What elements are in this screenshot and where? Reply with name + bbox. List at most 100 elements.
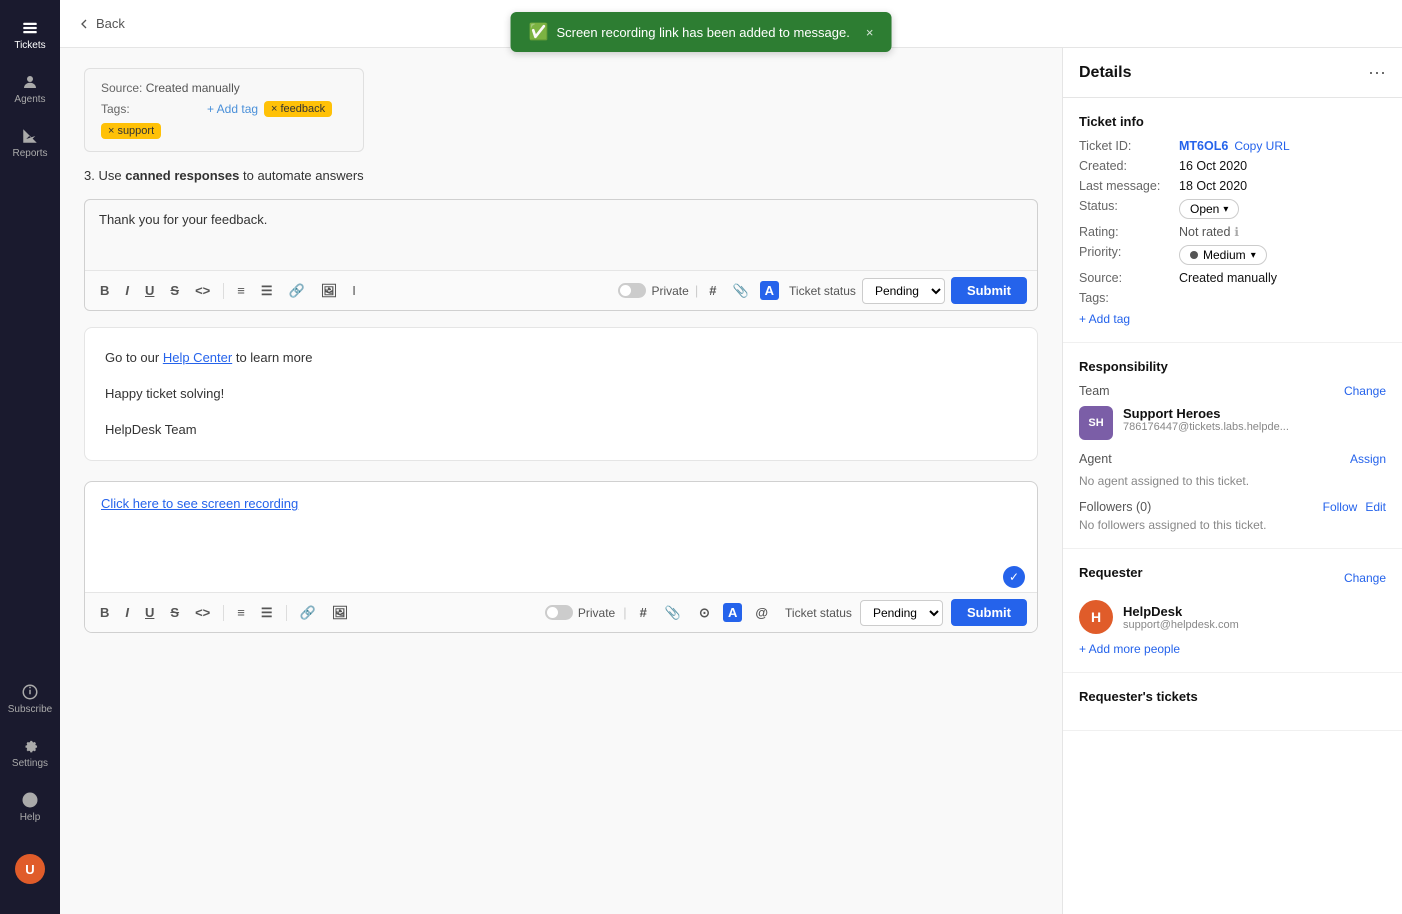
- team-card: SH Support Heroes 786176447@tickets.labs…: [1079, 406, 1386, 440]
- team-avatar: SH: [1079, 406, 1113, 440]
- priority-row: Priority: Medium ▾: [1079, 245, 1386, 265]
- compose-content[interactable]: Click here to see screen recording: [85, 482, 1037, 562]
- edit-button[interactable]: Edit: [1365, 500, 1386, 514]
- private-switch[interactable]: [618, 283, 646, 298]
- responsibility-title: Responsibility: [1079, 359, 1386, 374]
- requester-name: HelpDesk: [1123, 604, 1239, 619]
- compose-submit-button[interactable]: Submit: [951, 599, 1027, 626]
- compose-at-button[interactable]: @: [750, 602, 773, 623]
- sidebar: Tickets Agents Reports Subscribe Setting…: [0, 0, 60, 914]
- compose-link-button[interactable]: 🔗: [295, 602, 321, 624]
- compose-underline-button[interactable]: U: [140, 602, 159, 623]
- sidebar-item-settings[interactable]: Settings: [5, 728, 55, 778]
- responsibility-section: Responsibility Team Change SH Support He…: [1063, 343, 1402, 549]
- status-badge[interactable]: Open ▾: [1179, 199, 1239, 219]
- toast-message: Screen recording link has been added to …: [556, 25, 849, 40]
- add-more-people-button[interactable]: + Add more people: [1079, 642, 1386, 656]
- compose-divider-2: [286, 605, 287, 621]
- compose-divider-1: [223, 605, 224, 621]
- compose-ticket-status-label: Ticket status: [785, 606, 852, 620]
- compose-bold-button[interactable]: B: [95, 602, 114, 623]
- ordered-list-button[interactable]: ≡: [232, 280, 250, 301]
- cursor-indicator: I: [352, 283, 356, 298]
- rating-row: Rating: Not rated ℹ: [1079, 225, 1386, 239]
- toast-close-button[interactable]: ×: [866, 25, 874, 40]
- underline-button[interactable]: U: [140, 280, 159, 301]
- bold-button[interactable]: B: [95, 280, 114, 301]
- hash-button[interactable]: #: [704, 280, 721, 301]
- team-name: Support Heroes: [1123, 406, 1289, 421]
- requester-change-button[interactable]: Change: [1344, 571, 1386, 585]
- add-tag-button[interactable]: + Add tag: [1079, 312, 1130, 326]
- compose-hash-button[interactable]: #: [635, 602, 652, 623]
- created-row: Created: 16 Oct 2020: [1079, 159, 1386, 173]
- compose-private-switch[interactable]: [545, 605, 573, 620]
- agent-section: Agent Assign No agent assigned to this t…: [1079, 452, 1386, 488]
- screen-recording-link[interactable]: Click here to see screen recording: [101, 496, 298, 511]
- priority-badge[interactable]: Medium ▾: [1179, 245, 1267, 265]
- sidebar-item-tickets[interactable]: Tickets: [5, 10, 55, 60]
- tags-row: Tags: + Add tag × feedback × support: [101, 101, 347, 139]
- compose-status-select[interactable]: Pending Open Solved: [860, 600, 943, 626]
- last-message-value: 18 Oct 2020: [1179, 179, 1247, 193]
- back-button[interactable]: Back: [76, 16, 125, 32]
- created-value: 16 Oct 2020: [1179, 159, 1247, 173]
- compose-check-area: ✓: [85, 562, 1037, 592]
- compose-strikethrough-button[interactable]: S: [165, 602, 184, 623]
- panel-header: Details ···: [1063, 48, 1402, 98]
- requesters-tickets-title: Requester's tickets: [1079, 689, 1386, 704]
- follow-button[interactable]: Follow: [1323, 500, 1358, 514]
- attach-button[interactable]: 📎: [727, 280, 753, 302]
- agent-header-row: Agent Assign: [1079, 452, 1386, 466]
- compose-ordered-list-button[interactable]: ≡: [232, 602, 250, 623]
- link-button[interactable]: 🔗: [284, 280, 310, 302]
- source-box: Source: Created manually Tags: + Add tag…: [84, 68, 364, 152]
- last-message-row: Last message: 18 Oct 2020: [1079, 179, 1386, 193]
- add-tag-area: + Add tag: [1079, 311, 1386, 326]
- sidebar-item-help[interactable]: Help: [5, 782, 55, 832]
- reply-box-content[interactable]: Thank you for your feedback.: [85, 200, 1037, 270]
- strikethrough-button[interactable]: S: [165, 280, 184, 301]
- followers-header: Followers (0) Follow Edit: [1079, 500, 1386, 514]
- sidebar-item-reports[interactable]: Reports: [5, 118, 55, 168]
- sidebar-item-agents[interactable]: Agents: [5, 64, 55, 114]
- image-button[interactable]: 🖼: [316, 280, 343, 302]
- sidebar-item-subscribe[interactable]: Subscribe: [5, 674, 55, 724]
- format-button[interactable]: A: [760, 281, 779, 300]
- compose-italic-button[interactable]: I: [120, 602, 134, 623]
- status-row: Status: Open ▾: [1079, 199, 1386, 219]
- help-center-link[interactable]: Help Center: [163, 350, 232, 365]
- main-wrapper: Back ✅ Learn ho Source: Created manually…: [60, 0, 1402, 914]
- more-options-button[interactable]: ···: [1368, 62, 1386, 83]
- compose-unordered-list-button[interactable]: ☰: [256, 602, 278, 624]
- compose-attach-button[interactable]: 📎: [660, 602, 686, 624]
- reply-status-select[interactable]: Pending Open Solved: [862, 278, 945, 304]
- check-circle-icon: ✓: [1003, 566, 1025, 588]
- code-button[interactable]: <>: [190, 280, 215, 301]
- user-avatar[interactable]: U: [5, 844, 55, 894]
- compose-code-button[interactable]: <>: [190, 602, 215, 623]
- no-followers-text: No followers assigned to this ticket.: [1079, 518, 1386, 532]
- ticket-info-section: Ticket info Ticket ID: MT6OL6 Copy URL C…: [1063, 98, 1402, 343]
- ticket-id-row: Ticket ID: MT6OL6 Copy URL: [1079, 139, 1386, 153]
- team-label: Team: [1079, 384, 1110, 398]
- requester-header: Requester Change: [1079, 565, 1386, 590]
- info-icon: ℹ: [1234, 225, 1239, 239]
- compose-format-button[interactable]: A: [723, 603, 742, 622]
- toolbar-divider-1: [223, 283, 224, 299]
- reply-box: Thank you for your feedback. B I U S <> …: [84, 199, 1038, 311]
- source-line: Source: Created manually: [101, 81, 347, 95]
- italic-button[interactable]: I: [120, 280, 134, 301]
- unordered-list-button[interactable]: ☰: [256, 280, 278, 302]
- no-agent-text: No agent assigned to this ticket.: [1079, 474, 1386, 488]
- reply-submit-button[interactable]: Submit: [951, 277, 1027, 304]
- assign-button[interactable]: Assign: [1350, 452, 1386, 466]
- compose-image-button[interactable]: 🖼: [327, 602, 354, 624]
- compose-circle-button[interactable]: ⊙: [694, 602, 715, 624]
- add-tag-link[interactable]: + Add tag: [207, 102, 258, 116]
- copy-url-button[interactable]: Copy URL: [1234, 139, 1289, 153]
- rating-value: Not rated: [1179, 225, 1230, 239]
- toast-notification: ✅ Screen recording link has been added t…: [511, 12, 892, 52]
- ticket-main: Source: Created manually Tags: + Add tag…: [60, 48, 1062, 914]
- team-change-button[interactable]: Change: [1344, 384, 1386, 398]
